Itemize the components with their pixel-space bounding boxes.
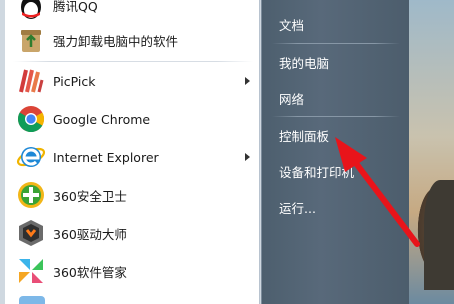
chrome-icon (15, 103, 47, 135)
program-label: 强力卸载电脑中的软件 (53, 33, 179, 49)
desktop-wallpaper (404, 0, 454, 304)
program-label: Google Chrome (53, 111, 151, 127)
program-label: 360软件管家 (53, 264, 127, 280)
start-menu-programs-pane: 腾讯QQ 强力卸载电脑中的软件 PicPick Google Chrome In… (5, 0, 260, 304)
qq-penguin-icon (15, 0, 47, 21)
link-devices-printers[interactable]: 设备和打印机 (279, 162, 354, 181)
program-label: 360驱动大师 (53, 226, 127, 242)
picpick-icon (15, 65, 47, 97)
program-item-uninstall[interactable]: 强力卸载电脑中的软件 (5, 21, 260, 59)
links-separator (272, 116, 400, 117)
360-safe-icon (15, 179, 47, 211)
program-item-picpick[interactable]: PicPick (5, 62, 260, 100)
wallpaper-rock (424, 180, 454, 290)
program-item-chrome[interactable]: Google Chrome (5, 100, 260, 138)
program-item-internet-explorer[interactable]: Internet Explorer (5, 138, 260, 176)
recycle-uninstall-icon (15, 24, 47, 56)
program-label: 腾讯QQ (53, 0, 98, 14)
link-documents[interactable]: 文档 (279, 15, 304, 34)
program-label: Internet Explorer (53, 149, 159, 165)
program-item-360-software[interactable]: 360软件管家 (5, 252, 260, 290)
submenu-arrow-icon (245, 77, 250, 85)
ie-icon (15, 141, 47, 173)
program-item-partial (19, 296, 45, 304)
submenu-arrow-icon (245, 153, 250, 161)
360-driver-icon (15, 217, 47, 249)
program-label: 360安全卫士 (53, 188, 127, 204)
link-run[interactable]: 运行... (279, 198, 316, 217)
360-software-icon (15, 255, 47, 287)
link-my-computer[interactable]: 我的电脑 (279, 53, 329, 72)
program-label: PicPick (53, 73, 96, 89)
program-item-360-driver[interactable]: 360驱动大师 (5, 214, 260, 252)
program-item-360-safe[interactable]: 360安全卫士 (5, 176, 260, 214)
link-control-panel[interactable]: 控制面板 (279, 126, 329, 145)
links-separator (272, 43, 400, 44)
link-network[interactable]: 网络 (279, 89, 304, 108)
start-menu-links-pane: 文档 我的电脑 网络 控制面板 设备和打印机 运行... (261, 0, 409, 304)
